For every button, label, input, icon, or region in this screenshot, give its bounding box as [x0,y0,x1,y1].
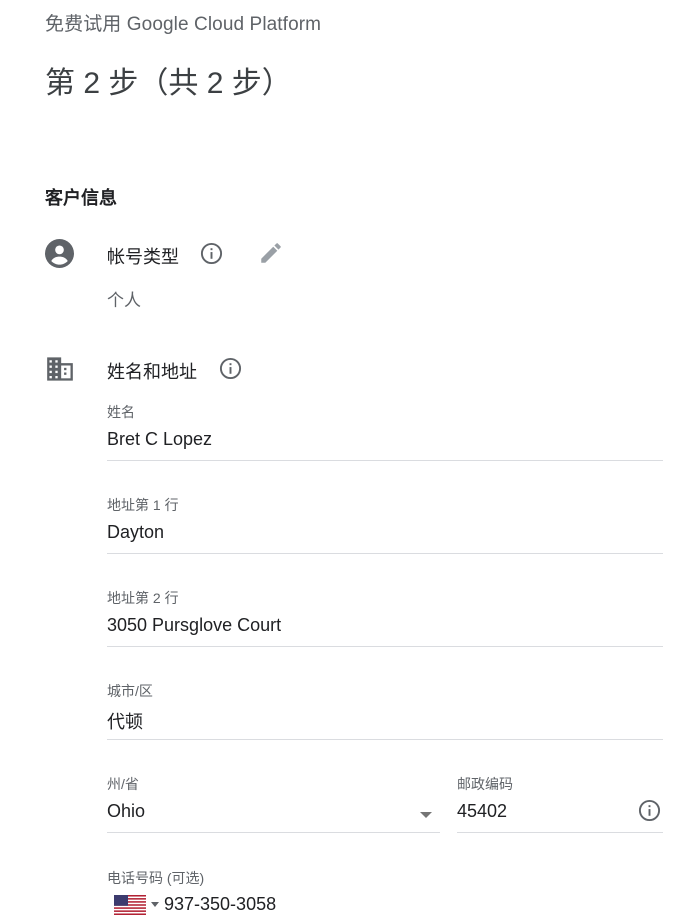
phone-label: 电话号码 (可选) [107,870,205,886]
state-underline [107,832,440,833]
account-type-info-icon[interactable] [200,242,223,265]
address-line2-field[interactable]: 地址第 2 行 3050 Pursglove Court [107,588,663,648]
name-field-underline [107,460,663,461]
step-title: 第 2 步（共 2 步） [45,67,292,100]
postal-code-underline [457,832,663,833]
name-field-value: Bret C Lopez [107,429,213,449]
city-value: 代顿 [107,712,143,732]
postal-code-label: 邮政编码 [457,776,513,792]
address-line1-field[interactable]: 地址第 1 行 Dayton [107,495,663,555]
address-line2-underline [107,646,663,647]
account-type-value: 个人 [107,291,141,310]
postal-code-value: 45402 [457,801,508,821]
city-underline [107,739,663,740]
phone-value[interactable]: 937-350-3058 [164,894,276,915]
postal-code-field[interactable]: 邮政编码 45402 [457,774,663,834]
address-line1-underline [107,553,663,554]
city-label: 城市/区 [107,683,153,699]
pencil-icon[interactable] [258,240,284,266]
state-label: 州/省 [107,776,139,792]
name-field-label: 姓名 [107,404,135,420]
address-line1-value: Dayton [107,522,165,542]
app-title: 免费试用 Google Cloud Platform [45,14,322,35]
address-line2-value: 3050 Pursglove Court [107,615,282,635]
name-field[interactable]: 姓名 Bret C Lopez [107,402,663,462]
account-circle-icon [45,239,74,268]
building-icon [47,357,73,381]
section-title: 客户信息 [45,188,117,208]
postal-code-info-icon[interactable] [638,799,661,822]
caret-down-icon [420,812,432,818]
address-line2-label: 地址第 2 行 [107,590,179,606]
us-flag-icon [114,895,146,915]
country-caret-down-icon [151,902,159,907]
state-select[interactable]: 州/省 Ohio [107,774,440,834]
address-line1-label: 地址第 1 行 [107,497,179,513]
name-address-label: 姓名和地址 [107,362,197,382]
name-address-info-icon[interactable] [219,357,242,380]
country-code-selector[interactable] [114,895,160,915]
state-value: Ohio [107,801,146,821]
account-type-label: 帐号类型 [107,247,179,267]
city-field[interactable]: 城市/区 代顿 [107,681,663,741]
